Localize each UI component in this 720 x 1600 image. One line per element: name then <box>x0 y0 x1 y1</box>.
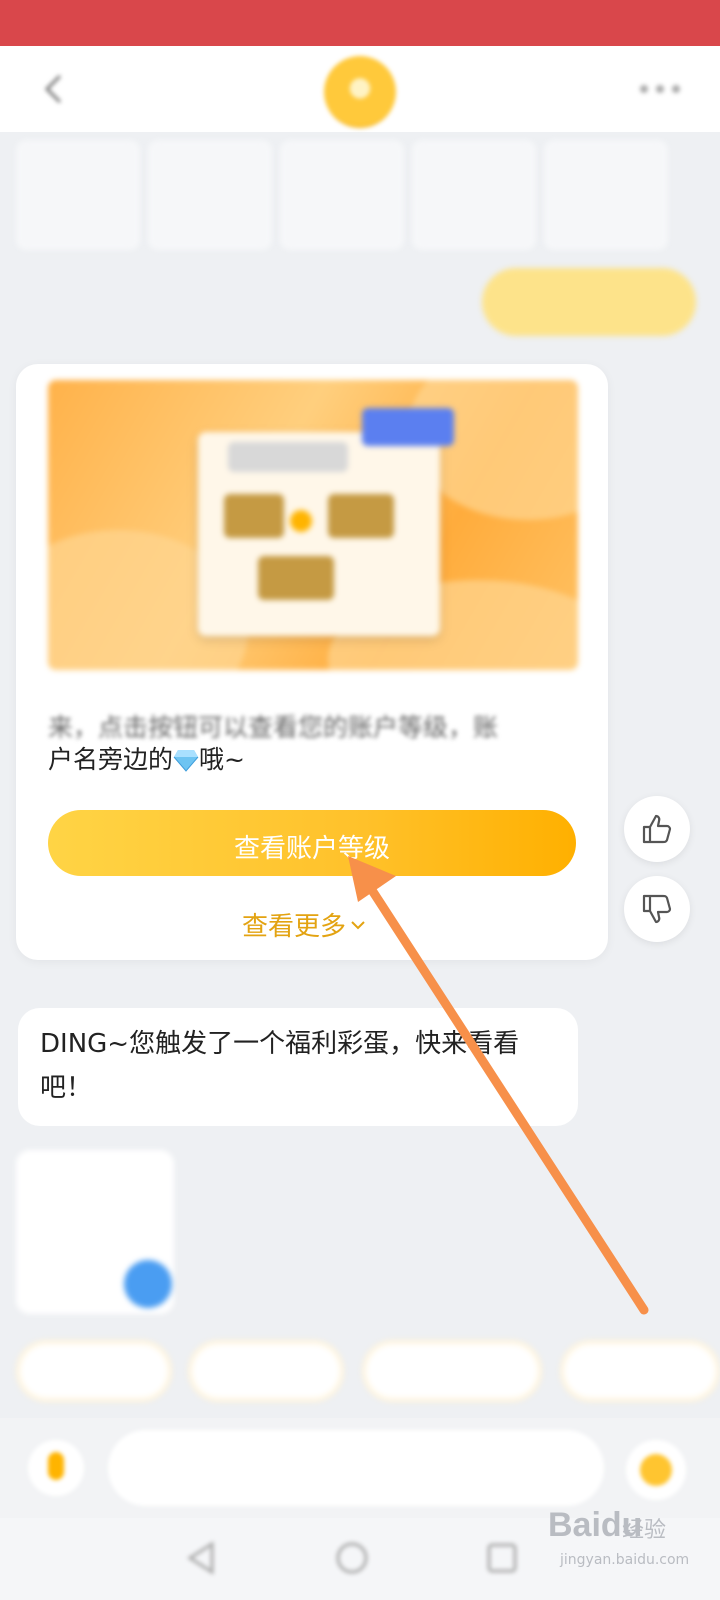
voice-button[interactable] <box>28 1440 84 1496</box>
plus-icon <box>640 1454 672 1486</box>
reply-text-line-2-main: 户名旁边的 <box>48 745 174 774</box>
quick-tab-1[interactable] <box>16 140 140 250</box>
promo-window-graphic <box>198 432 440 636</box>
quick-tab-3[interactable] <box>280 140 404 250</box>
thumbs-down-icon <box>642 894 672 924</box>
message-input[interactable] <box>108 1430 604 1506</box>
watermark-cn-text: 经验 <box>622 1518 667 1543</box>
thumbs-up-icon <box>642 814 672 844</box>
view-account-level-button[interactable]: 查看账户等级 <box>48 810 576 876</box>
quick-tab-2[interactable] <box>148 140 272 250</box>
quick-tab-5[interactable] <box>544 140 668 250</box>
suggestion-chip-3[interactable] <box>362 1340 542 1402</box>
view-account-level-label: 查看账户等级 <box>233 833 390 863</box>
user-message-bubble <box>482 268 696 336</box>
ellipsis-icon[interactable] <box>638 84 682 94</box>
like-button[interactable] <box>624 796 690 862</box>
plus-button[interactable] <box>626 1440 686 1500</box>
microphone-icon <box>48 1452 64 1480</box>
diamond-icon <box>173 750 199 772</box>
chevron-left-icon[interactable] <box>40 72 68 106</box>
reply-text-line-1: 来，点击按钮可以查看您的账户等级，账 <box>48 713 499 742</box>
assistant-avatar[interactable] <box>324 56 396 128</box>
chevron-down-icon <box>351 921 365 930</box>
reply-text-line-2: 户名旁边的 哦~ <box>48 744 245 776</box>
suggestion-chip-1[interactable] <box>16 1340 172 1402</box>
see-more-link[interactable]: 查看更多 <box>238 906 371 943</box>
watermark-url: jingyan.baidu.com <box>560 1552 690 1568</box>
status-bar <box>0 0 720 46</box>
suggestion-chip-2[interactable] <box>188 1340 344 1402</box>
recent-apps-icon[interactable] <box>482 1538 522 1578</box>
ding-message-text: DING~您触发了一个福利彩蛋，快来看看吧！ <box>40 1029 520 1103</box>
dislike-button[interactable] <box>624 876 690 942</box>
quick-tab-4[interactable] <box>412 140 536 250</box>
promo-tag <box>362 408 454 446</box>
see-more-label: 查看更多 <box>242 912 347 942</box>
reply-text-line-2-suffix: 哦~ <box>199 745 245 774</box>
gift-card-action-icon[interactable] <box>124 1260 172 1308</box>
suggestion-chip-4[interactable] <box>560 1340 720 1402</box>
home-icon[interactable] <box>332 1538 372 1578</box>
back-icon[interactable] <box>182 1538 222 1578</box>
